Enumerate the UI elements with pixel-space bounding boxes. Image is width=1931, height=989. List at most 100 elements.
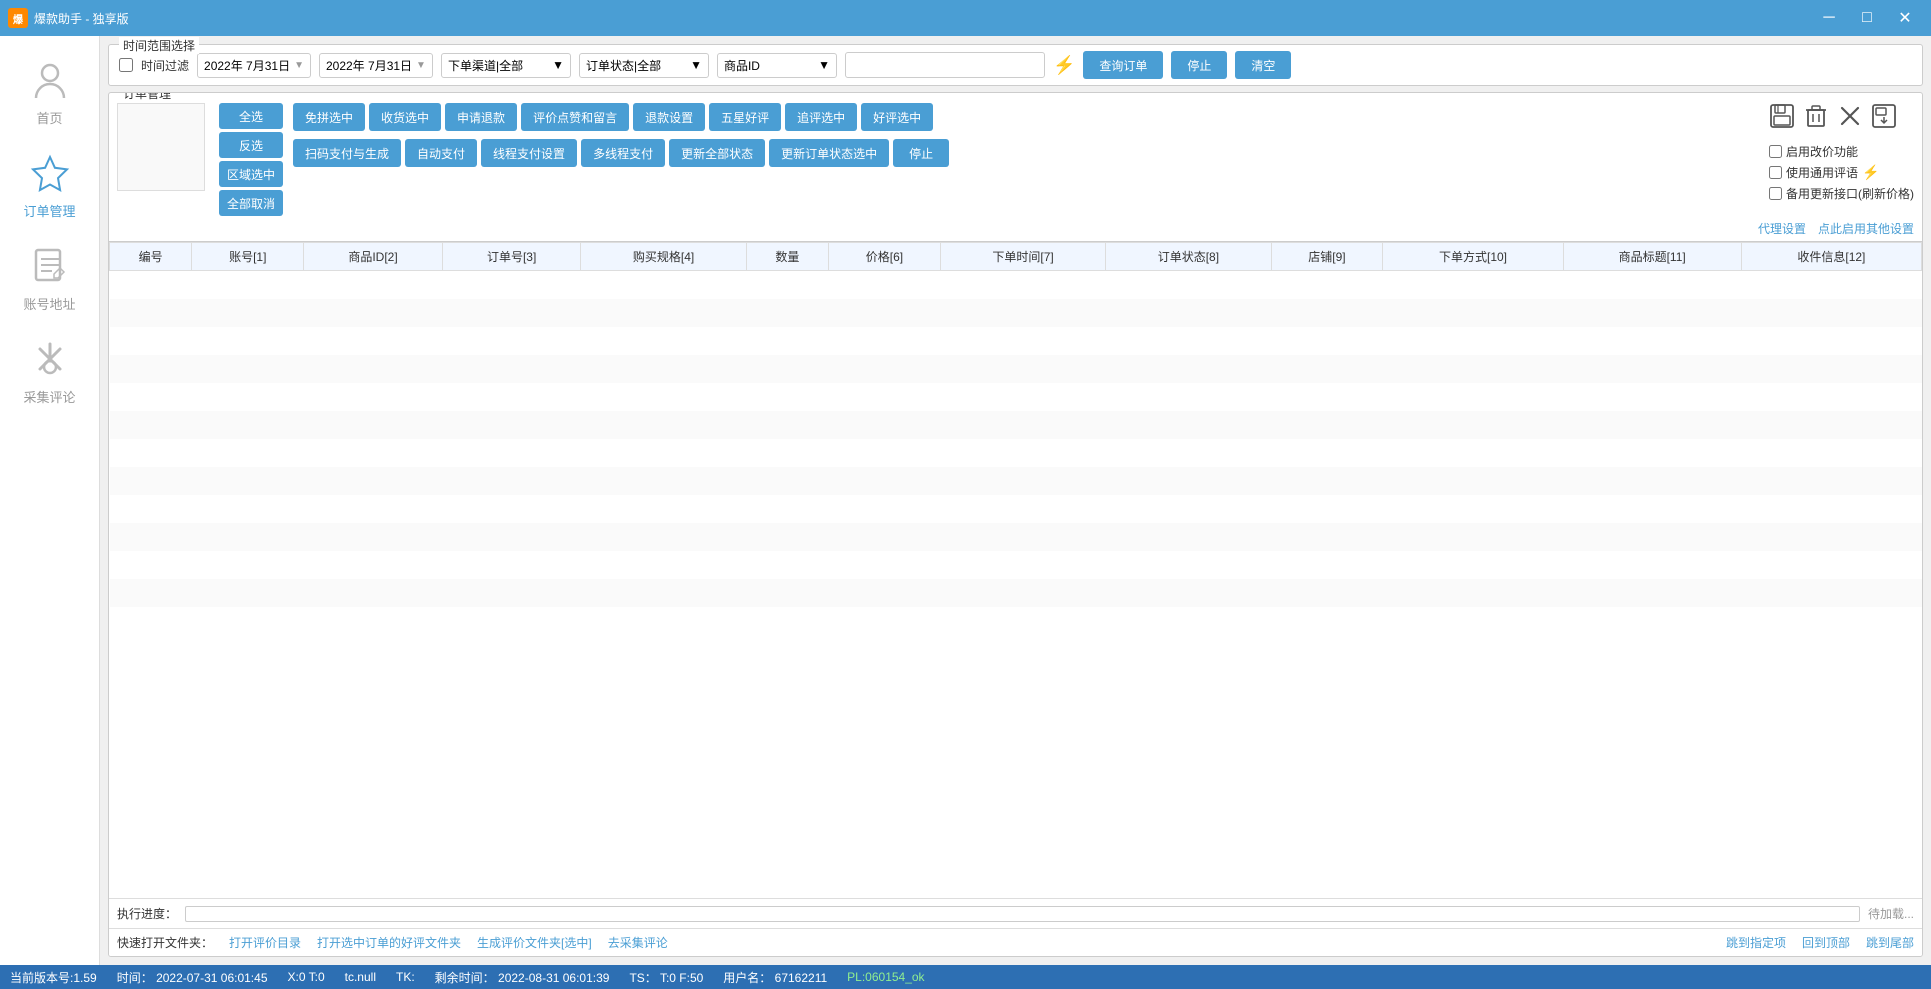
quick-links: 快速打开文件夹： 打开评价目录 打开选中订单的好评文件夹 生成评价文件夹[选中]…	[109, 928, 1922, 956]
table-row	[110, 439, 1922, 467]
line-pay-settings-btn[interactable]: 线程支付设置	[481, 139, 577, 167]
order-management-label: 订单管理	[119, 92, 175, 102]
collect-reviews-link[interactable]: 去采集评论	[608, 934, 668, 951]
product-select[interactable]: 商品ID ▼	[717, 53, 837, 78]
back-to-top-link[interactable]: 回到顶部	[1802, 934, 1850, 951]
col-order-time: 下单时间[7]	[940, 243, 1105, 271]
status-tk: TK:	[396, 970, 415, 984]
toolbar-left	[117, 103, 205, 191]
sidebar: 首页 订单管理 账号地址	[0, 36, 100, 965]
jump-to-item-link[interactable]: 跳到指定项	[1726, 934, 1786, 951]
product-value: 商品ID	[724, 57, 760, 74]
sidebar-orders-label: 订单管理	[23, 201, 75, 220]
col-product-title: 商品标题[11]	[1563, 243, 1741, 271]
col-order-method: 下单方式[10]	[1383, 243, 1563, 271]
clear-top-button[interactable]: 清空	[1235, 51, 1291, 79]
refund-settings-btn[interactable]: 退款设置	[633, 103, 705, 131]
sidebar-item-accounts[interactable]: 账号地址	[0, 232, 99, 325]
toolbar-right: 启用改价功能 使用通用评语 ⚡ 备用更新接口(刷新价格)	[1769, 103, 1914, 202]
review-like-btn[interactable]: 评价点赞和留言	[521, 103, 629, 131]
save-icon-button[interactable]	[1769, 103, 1795, 135]
status-version: 当前版本号:1.59	[10, 969, 97, 986]
col-status: 订单状态[8]	[1106, 243, 1271, 271]
table-row	[110, 467, 1922, 495]
status-user: 用户名： 67162211	[723, 969, 827, 986]
table-row	[110, 523, 1922, 551]
table-row	[110, 355, 1922, 383]
progress-status: 待加载...	[1868, 905, 1914, 922]
table-container[interactable]: 编号 账号[1] 商品ID[2] 订单号[3] 购买规格[4] 数量 价格[6]…	[109, 241, 1922, 898]
open-selected-review-folder-link[interactable]: 打开选中订单的好评文件夹	[317, 934, 461, 951]
toolbar-area: 全选 反选 区域选中 全部取消 免拼选中 收货选中 申请退款 评价点赞和留言 退…	[109, 93, 1922, 220]
lightning-red-icon: ⚡	[1862, 164, 1879, 181]
query-button[interactable]: 查询订单	[1083, 51, 1163, 79]
enable-others-link[interactable]: 点此启用其他设置	[1818, 220, 1914, 237]
status-select[interactable]: 订单状态|全部 ▼	[579, 53, 709, 78]
col-order-num: 订单号[3]	[442, 243, 581, 271]
discard-icon-button[interactable]	[1837, 103, 1863, 135]
download-icon-button[interactable]	[1871, 103, 1897, 135]
follow-review-btn[interactable]: 追评选中	[785, 103, 857, 131]
status-remaining: 剩余时间： 2022-08-31 06:01:39	[435, 969, 610, 986]
product-image-placeholder	[117, 103, 205, 191]
table-body	[110, 271, 1922, 607]
good-review-btn[interactable]: 好评选中	[861, 103, 933, 131]
time-filter-label: 时间过滤	[141, 57, 189, 74]
stop-btn2[interactable]: 停止	[893, 139, 949, 167]
time-filter-checkbox[interactable]	[119, 58, 133, 72]
status-arrow: ▼	[690, 58, 702, 72]
free-combine-btn[interactable]: 免拼选中	[293, 103, 365, 131]
apply-refund-btn[interactable]: 申请退款	[445, 103, 517, 131]
lightning-button[interactable]: ⚡	[1053, 55, 1075, 76]
right-links: 跳到指定项 回到顶部 跳到尾部	[1726, 934, 1914, 951]
region-select-btn2[interactable]: 区域选中	[219, 161, 283, 187]
delete-icon-button[interactable]	[1803, 103, 1829, 135]
home-icon	[28, 58, 72, 102]
channel-select[interactable]: 下单渠道|全部 ▼	[441, 53, 571, 78]
close-button[interactable]: ✕	[1887, 0, 1923, 36]
status-ts: TS： T:0 F:50	[629, 969, 703, 986]
sidebar-item-orders[interactable]: 订单管理	[0, 139, 99, 232]
backup-interface-checkbox[interactable]	[1769, 187, 1782, 200]
backup-interface-label: 备用更新接口(刷新价格)	[1786, 185, 1914, 202]
update-all-status-btn[interactable]: 更新全部状态	[669, 139, 765, 167]
general-review-label: 使用通用评语	[1786, 164, 1858, 181]
cancel-all-btn2[interactable]: 全部取消	[219, 190, 283, 216]
generate-review-folder-link[interactable]: 生成评价文件夹[选中]	[477, 934, 592, 951]
sidebar-item-reviews[interactable]: 采集评论	[0, 325, 99, 418]
date-start-select[interactable]: 2022年 7月31日 ▼	[197, 53, 311, 78]
minimize-button[interactable]: ─	[1811, 0, 1847, 36]
auto-pay-btn[interactable]: 自动支付	[405, 139, 477, 167]
orders-table: 编号 账号[1] 商品ID[2] 订单号[3] 购买规格[4] 数量 价格[6]…	[109, 242, 1922, 607]
search-input[interactable]	[845, 52, 1045, 78]
sidebar-home-label: 首页	[36, 108, 62, 127]
product-arrow: ▼	[818, 58, 830, 72]
update-selected-status-btn[interactable]: 更新订单状态选中	[769, 139, 889, 167]
collect-select-btn[interactable]: 收货选中	[369, 103, 441, 131]
select-all-btn2[interactable]: 全选	[219, 103, 283, 129]
stop-top-button[interactable]: 停止	[1171, 51, 1227, 79]
jump-to-end-link[interactable]: 跳到尾部	[1866, 934, 1914, 951]
scan-pay-btn[interactable]: 扫码支付与生成	[293, 139, 401, 167]
col-recipient: 收件信息[12]	[1741, 243, 1921, 271]
date-start-arrow: ▼	[294, 60, 304, 71]
multi-thread-pay-btn[interactable]: 多线程支付	[581, 139, 665, 167]
status-time: 时间： 2022-07-31 06:01:45	[117, 969, 268, 986]
deselect-btn2[interactable]: 反选	[219, 132, 283, 158]
sidebar-item-home[interactable]: 首页	[0, 46, 99, 139]
date-end-select[interactable]: 2022年 7月31日 ▼	[319, 53, 433, 78]
open-review-dir-link[interactable]: 打开评价目录	[229, 934, 301, 951]
sidebar-reviews-label: 采集评论	[23, 387, 75, 406]
maximize-button[interactable]: □	[1849, 0, 1885, 36]
enable-price-checkbox[interactable]	[1769, 145, 1782, 158]
agent-settings-link[interactable]: 代理设置	[1758, 220, 1806, 237]
general-review-checkbox[interactable]	[1769, 166, 1782, 179]
toolbar-buttons: 免拼选中 收货选中 申请退款 评价点赞和留言 退款设置 五星好评 追评选中 好评…	[293, 103, 1755, 167]
date-end-arrow: ▼	[416, 60, 426, 71]
table-row	[110, 383, 1922, 411]
channel-arrow: ▼	[552, 58, 564, 72]
five-star-btn[interactable]: 五星好评	[709, 103, 781, 131]
table-row	[110, 495, 1922, 523]
icon-buttons	[1769, 103, 1897, 135]
col-shop: 店铺[9]	[1271, 243, 1383, 271]
